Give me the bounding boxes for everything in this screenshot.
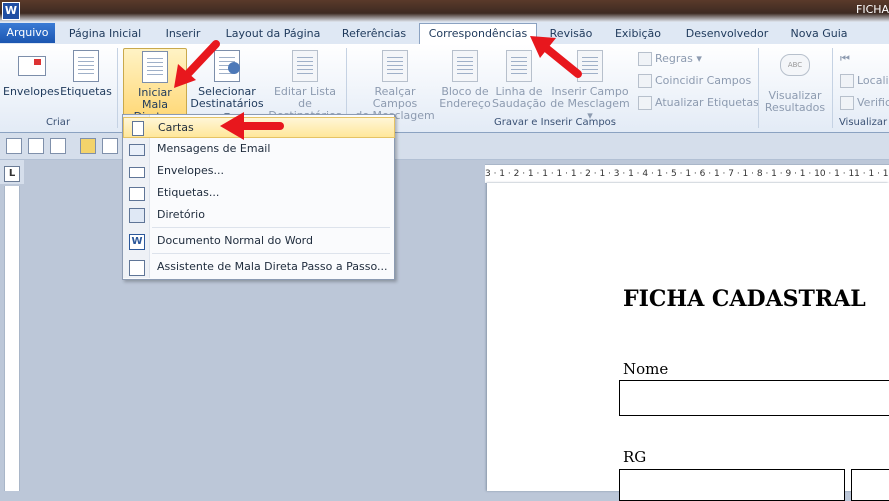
find-icon <box>840 74 854 88</box>
tab-layout[interactable]: Layout da Página <box>218 25 328 43</box>
chevron-down-icon: ▾ <box>696 52 702 65</box>
localizar-destinatario-button[interactable]: Localiz <box>840 72 889 90</box>
envelope-icon <box>16 50 46 82</box>
tab-selector-icon[interactable]: L <box>4 166 20 182</box>
check-errors-icon <box>840 96 854 110</box>
menu-separator <box>152 253 390 254</box>
menu-item-assistente[interactable]: Assistente de Mala Direta Passo a Passo.… <box>123 257 393 277</box>
envelope-icon <box>129 164 145 178</box>
menu-item-envelopes[interactable]: Envelopes... <box>123 161 393 181</box>
field-box-rg[interactable] <box>619 469 845 501</box>
document-page[interactable] <box>487 183 889 491</box>
tab-correspondencias[interactable]: Correspondências <box>419 23 537 45</box>
horizontal-ruler[interactable]: 3 · 1 · 2 · 1 · 1 · 1 · 1 · 2 · 1 · 3 · … <box>485 164 889 184</box>
coincidir-campos-button[interactable]: Coincidir Campos <box>638 72 751 90</box>
group-label-visualizar: Visualizar <box>838 117 888 128</box>
tab-nova-guia[interactable]: Nova Guia <box>783 25 855 43</box>
group-separator <box>758 48 759 128</box>
menu-separator <box>152 227 390 228</box>
group-separator <box>117 48 118 128</box>
atualizar-etiquetas-button[interactable]: Atualizar Etiquetas <box>638 94 759 112</box>
bloco-endereco-button[interactable]: Bloco de Endereço <box>439 48 491 116</box>
match-fields-icon <box>638 74 652 88</box>
window-title: FICHA <box>856 3 889 16</box>
editar-lista-button[interactable]: Editar Lista de Destinatários <box>268 48 342 122</box>
etiquetas-button[interactable]: Etiquetas <box>60 48 112 116</box>
email-icon <box>129 142 145 156</box>
tab-pagina-inicial[interactable]: Página Inicial <box>60 25 150 43</box>
field-label-nome: Nome <box>623 360 669 378</box>
envelopes-button[interactable]: Envelopes <box>3 48 59 116</box>
menu-item-etiquetas[interactable]: Etiquetas... <box>123 183 393 203</box>
title-bar <box>0 0 889 22</box>
regras-button[interactable]: Regras ▾ <box>638 50 702 68</box>
word-app-icon[interactable]: W <box>2 2 20 20</box>
first-record-icon[interactable]: ⏮ <box>840 50 850 68</box>
visualizar-resultados-button[interactable]: ABC Visualizar Resultados <box>762 48 828 116</box>
tab-arquivo[interactable]: Arquivo <box>0 23 55 43</box>
labels-icon <box>71 50 101 82</box>
update-labels-icon <box>638 96 652 110</box>
open-folder-icon[interactable] <box>80 138 96 154</box>
tab-referencias[interactable]: Referências <box>334 25 414 43</box>
tab-desenvolvedor[interactable]: Desenvolvedor <box>676 25 778 43</box>
realcar-campos-button[interactable]: Realçar Campos de Mesclagem <box>352 48 438 122</box>
menu-item-diretorio[interactable]: Diretório <box>123 205 393 225</box>
preview-results-icon: ABC <box>780 54 810 86</box>
highlight-fields-icon <box>380 50 410 82</box>
start-mail-merge-icon <box>140 51 170 83</box>
vertical-ruler[interactable] <box>4 186 20 491</box>
red-arrow-cartas <box>220 112 284 140</box>
field-box-nome[interactable] <box>619 380 889 416</box>
document-heading: FICHA CADASTRAL <box>623 286 866 312</box>
word-document-icon: W <box>129 234 145 250</box>
wizard-icon <box>129 260 145 276</box>
field-box-next[interactable] <box>851 469 889 501</box>
red-arrow-iniciar <box>174 40 220 88</box>
menu-item-email[interactable]: Mensagens de Email <box>123 139 393 159</box>
red-arrow-correspondencias <box>530 36 582 78</box>
menu-item-documento-normal[interactable]: W Documento Normal do Word <box>123 231 393 251</box>
address-block-icon <box>450 50 480 82</box>
labels-icon <box>129 186 145 201</box>
directory-icon <box>129 208 145 223</box>
field-label-rg: RG <box>623 448 647 466</box>
print-preview-icon[interactable] <box>28 138 44 154</box>
verificar-erros-button[interactable]: Verific <box>840 94 889 112</box>
tab-exibicao[interactable]: Exibição <box>606 25 670 43</box>
window-icon[interactable] <box>102 138 118 154</box>
zoom-icon[interactable] <box>50 138 66 154</box>
group-separator <box>832 48 833 128</box>
group-label-criar: Criar <box>45 117 71 128</box>
letter-icon <box>130 121 144 136</box>
edit-list-icon <box>290 50 320 82</box>
group-label-gravar: Gravar e Inserir Campos <box>493 117 616 128</box>
rules-icon <box>638 52 652 66</box>
calculator-icon[interactable] <box>6 138 22 154</box>
